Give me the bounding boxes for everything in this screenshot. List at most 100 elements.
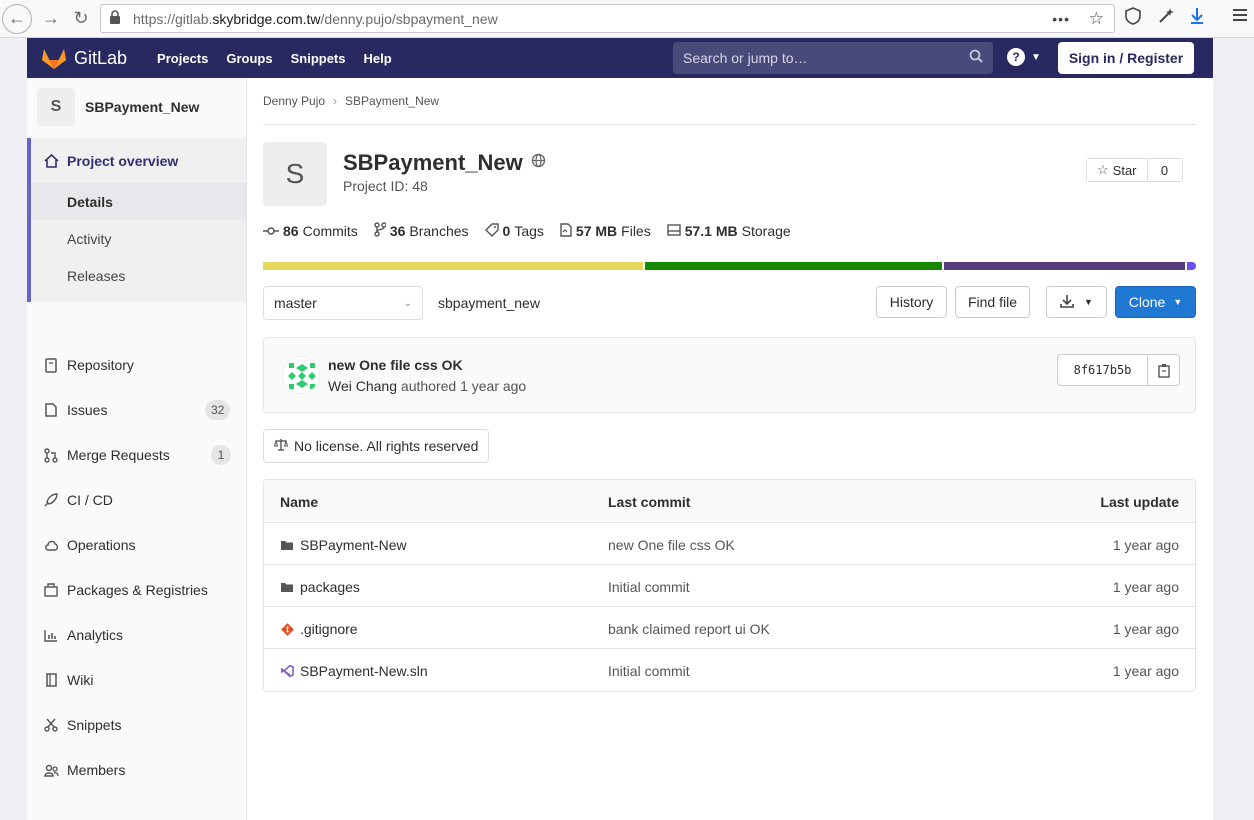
nav-projects[interactable]: Projects	[157, 51, 208, 66]
file-name: SBPayment-New.sln	[300, 663, 428, 679]
commit-sha[interactable]: 8f617b5b	[1058, 355, 1148, 385]
language-segment[interactable]	[645, 262, 942, 270]
language-segment[interactable]	[944, 262, 1185, 270]
star-icon: ☆	[1097, 162, 1109, 177]
breadcrumb-namespace[interactable]: Denny Pujo	[263, 94, 325, 108]
sidebar-subitem-details[interactable]: Details	[31, 183, 246, 220]
commit-author[interactable]: Wei Chang	[328, 378, 397, 394]
branches-count: 36	[389, 223, 406, 239]
magic-wand-icon[interactable]	[1157, 7, 1175, 30]
project-avatar: S	[37, 88, 75, 126]
file-name-cell[interactable]: SBPayment-New.sln	[280, 663, 428, 679]
commit-sha-group: 8f617b5b	[1057, 354, 1180, 386]
license-text: No license. All rights reserved	[294, 438, 479, 454]
header-nav: Projects Groups Snippets Help	[157, 51, 410, 66]
repository-path[interactable]: sbpayment_new	[438, 295, 540, 311]
star-button[interactable]: ☆ Star	[1087, 159, 1148, 181]
last-update-cell: 1 year ago	[1112, 621, 1179, 637]
menu-icon[interactable]	[1232, 7, 1248, 27]
tag-icon	[484, 222, 499, 240]
table-row[interactable]: SBPayment-New.sln Initial commit 1 year …	[264, 649, 1195, 691]
find-file-button[interactable]: Find file	[955, 286, 1030, 318]
sidebar-item-packages[interactable]: Packages & Registries	[43, 582, 208, 598]
sidebar-item-repository[interactable]: Repository	[43, 357, 134, 373]
language-segment[interactable]	[1187, 262, 1196, 270]
nav-groups[interactable]: Groups	[226, 51, 272, 66]
last-commit-cell[interactable]: Initial commit	[608, 579, 690, 595]
project-avatar-large: S	[263, 142, 327, 206]
branches-label: Branches	[409, 223, 469, 239]
chart-icon	[43, 627, 59, 643]
sidebar-item-operations[interactable]: Operations	[43, 537, 135, 553]
clone-button[interactable]: Clone ▼	[1115, 286, 1196, 318]
file-name-cell[interactable]: SBPayment-New	[280, 537, 407, 553]
breadcrumb-separator: ›	[333, 94, 338, 108]
table-row[interactable]: .gitignore bank claimed report ui OK 1 y…	[264, 607, 1195, 649]
home-icon	[43, 153, 59, 169]
column-header-last-commit: Last commit	[608, 494, 691, 510]
commit-title[interactable]: new One file css OK	[328, 357, 463, 373]
shield-icon[interactable]	[1125, 7, 1141, 30]
url-bar[interactable]: https://gitlab.skybridge.com.tw/denny.pu…	[100, 4, 1115, 33]
stat-tags[interactable]: 0 Tags	[484, 222, 544, 240]
arrow-left-icon: ←	[8, 8, 26, 28]
sidebar-item-project-overview[interactable]: Project overview	[43, 153, 178, 169]
stat-commits[interactable]: 86 Commits	[263, 222, 358, 240]
nav-snippets[interactable]: Snippets	[291, 51, 346, 66]
commit-meta: Wei Chang authored 1 year ago	[328, 378, 526, 394]
reload-button[interactable]: ↻	[66, 4, 96, 34]
search-input[interactable]: Search or jump to…	[673, 42, 993, 74]
sidebar-item-wiki[interactable]: Wiki	[43, 672, 93, 688]
sidebar-subitem-activity[interactable]: Activity	[31, 220, 246, 257]
stat-files[interactable]: 57 MB Files	[560, 222, 651, 240]
project-overview-section: Project overview Details Activity Releas…	[27, 138, 246, 302]
last-commit-cell[interactable]: bank claimed report ui OK	[608, 621, 770, 637]
stat-branches[interactable]: 36 Branches	[374, 222, 469, 240]
history-button[interactable]: History	[876, 286, 947, 318]
page-actions-menu-icon[interactable]: •••	[1052, 11, 1070, 27]
star-count[interactable]: 0	[1148, 159, 1182, 181]
breadcrumb-project[interactable]: SBPayment_New	[345, 94, 439, 108]
copy-sha-button[interactable]	[1148, 355, 1179, 385]
column-header-name: Name	[280, 494, 319, 510]
sidebar-item-snippets[interactable]: Snippets	[43, 717, 121, 733]
table-row[interactable]: SBPayment-New new One file css OK 1 year…	[264, 523, 1195, 565]
language-segment[interactable]	[263, 262, 643, 270]
sidebar-item-analytics[interactable]: Analytics	[43, 627, 123, 643]
help-dropdown[interactable]: ? ▼	[1007, 48, 1041, 66]
nav-help[interactable]: Help	[364, 51, 392, 66]
files-size: 57 MB	[575, 223, 618, 239]
merge-requests-count-badge: 1	[211, 445, 231, 465]
gitlab-wordmark: GitLab	[74, 47, 128, 68]
bookmark-star-icon[interactable]: ☆	[1089, 9, 1104, 29]
file-name-cell[interactable]: .gitignore	[280, 621, 358, 637]
download-icon[interactable]	[1189, 7, 1205, 30]
forward-button[interactable]: →	[36, 4, 66, 34]
gitlab-logo[interactable]: GitLab	[41, 46, 127, 70]
branch-dropdown[interactable]: master ⌄	[263, 286, 423, 320]
commit-icon	[263, 224, 279, 239]
scale-icon	[273, 438, 289, 454]
download-button[interactable]: ▼	[1046, 286, 1107, 318]
folder-icon	[280, 581, 294, 593]
repository-languages-bar[interactable]	[263, 262, 1197, 270]
license-badge[interactable]: No license. All rights reserved	[263, 429, 490, 463]
sidebar-item-members[interactable]: Members	[43, 762, 125, 778]
file-name: packages	[300, 579, 360, 595]
page-title: SBPayment_New	[343, 150, 546, 176]
sidebar-project-header[interactable]: S SBPayment_New	[37, 88, 199, 126]
back-button[interactable]: ←	[2, 3, 32, 34]
last-commit-cell[interactable]: new One file css OK	[608, 537, 735, 553]
commit-author-avatar[interactable]	[282, 356, 320, 394]
table-row[interactable]: packages Initial commit 1 year ago	[264, 565, 1195, 607]
sidebar-item-issues[interactable]: Issues	[43, 402, 107, 418]
tanuki-icon	[42, 49, 66, 69]
url-text: https://gitlab.skybridge.com.tw/denny.pu…	[133, 10, 498, 27]
sidebar-item-merge-requests[interactable]: Merge Requests	[43, 447, 170, 463]
sidebar-subitem-releases[interactable]: Releases	[31, 257, 246, 294]
top-navbar: GitLab Projects Groups Snippets Help Sea…	[27, 38, 1213, 78]
sidebar-item-ci-cd[interactable]: CI / CD	[43, 492, 113, 508]
sign-in-button[interactable]: Sign in / Register	[1058, 42, 1194, 74]
last-commit-cell[interactable]: Initial commit	[608, 663, 690, 679]
file-name-cell[interactable]: packages	[280, 579, 360, 595]
